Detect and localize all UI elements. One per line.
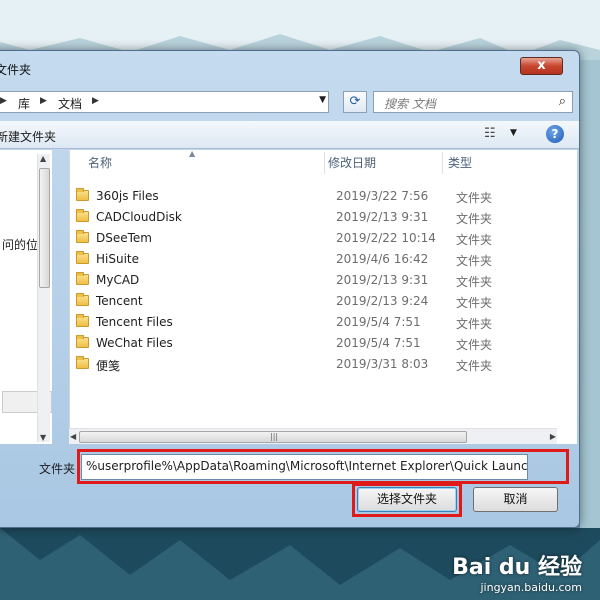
- column-header-name[interactable]: 名称: [88, 154, 112, 171]
- file-date: 2019/5/4 7:51: [336, 336, 421, 350]
- nav-scrollbar[interactable]: ▲ ▼: [37, 154, 50, 442]
- folder-icon: [76, 314, 89, 327]
- file-type: 文件夹: [456, 338, 493, 352]
- file-type: 文件夹: [456, 191, 493, 205]
- view-options-icon[interactable]: ☷: [484, 126, 496, 141]
- navigation-pane: 问的位置 ▲ ▼: [0, 150, 52, 444]
- search-input[interactable]: 搜索 文档: [384, 95, 436, 112]
- search-icon[interactable]: ⌕: [559, 94, 566, 109]
- file-row[interactable]: MyCAD 2019/2/13 9:31 文件夹: [70, 270, 560, 291]
- file-row[interactable]: Tencent 2019/2/13 9:24 文件夹: [70, 291, 560, 312]
- file-row[interactable]: CADCloudDisk 2019/2/13 9:31 文件夹: [70, 207, 560, 228]
- scroll-left-icon[interactable]: ◀: [70, 432, 76, 441]
- folder-dialog: 文件夹 x ▶ 库 ▶ 文档 ▶ ▼ ⟳ 搜索 文档 ⌕ 新建文件夹 ☷ ▼ ?…: [0, 50, 580, 528]
- file-type: 文件夹: [456, 359, 493, 373]
- file-type: 文件夹: [456, 275, 493, 289]
- file-date: 2019/2/13 9:24: [336, 294, 429, 308]
- folder-icon: [76, 209, 89, 222]
- watermark-logo: Bai du 经验: [452, 555, 582, 580]
- file-date: 2019/2/13 9:31: [336, 210, 429, 224]
- watermark: Bai du 经验 jingyan.baidu.com: [452, 549, 582, 594]
- address-bar[interactable]: ▶ 库 ▶ 文档 ▶ ▼: [0, 91, 329, 113]
- close-button[interactable]: x: [520, 57, 563, 75]
- folder-icon: [76, 356, 89, 369]
- folder-icon: [76, 272, 89, 285]
- folder-icon: [76, 251, 89, 264]
- title-bar[interactable]: 文件夹 x: [0, 51, 579, 81]
- file-type: 文件夹: [456, 296, 493, 310]
- folder-icon: [76, 188, 89, 201]
- file-row[interactable]: DSeeTem 2019/2/22 10:14 文件夹: [70, 228, 560, 249]
- horizontal-scroll-thumb[interactable]: |||: [79, 431, 467, 443]
- column-separator[interactable]: [442, 152, 443, 174]
- chevron-right-icon[interactable]: ▶: [92, 96, 99, 106]
- grip-icon: |||: [270, 432, 279, 441]
- file-type: 文件夹: [456, 254, 493, 268]
- file-date: 2019/2/13 9:31: [336, 273, 429, 287]
- sort-ascending-icon: ▲: [189, 149, 196, 158]
- file-name: MyCAD: [96, 273, 140, 287]
- file-name: CADCloudDisk: [96, 210, 182, 224]
- folder-field-label: 文件夹: [39, 462, 76, 476]
- cancel-button[interactable]: 取消: [473, 487, 558, 512]
- chevron-down-icon[interactable]: ▼: [510, 128, 517, 138]
- highlight-box: [77, 449, 569, 484]
- scroll-right-icon[interactable]: ▶: [550, 432, 556, 441]
- file-name: Tencent Files: [96, 315, 173, 329]
- file-date: 2019/2/22 10:14: [336, 231, 436, 245]
- file-name: 360js Files: [96, 189, 159, 203]
- chevron-right-icon[interactable]: ▶: [0, 96, 7, 106]
- file-date: 2019/3/22 7:56: [336, 189, 429, 203]
- file-row[interactable]: 便笺 2019/3/31 8:03 文件夹: [70, 354, 560, 375]
- file-name: Tencent: [96, 294, 143, 308]
- file-list: ▲ 名称 修改日期 类型 360js Files 2019/3/22 7:56 …: [69, 149, 577, 444]
- chevron-right-icon[interactable]: ▶: [40, 96, 47, 106]
- folder-icon: [76, 293, 89, 306]
- file-name: WeChat Files: [96, 336, 173, 350]
- file-type: 文件夹: [456, 233, 493, 247]
- scroll-up-icon[interactable]: ▲: [40, 154, 46, 163]
- address-dropdown-icon[interactable]: ▼: [319, 95, 326, 105]
- file-name: HiSuite: [96, 252, 140, 266]
- folder-icon: [76, 230, 89, 243]
- toolbar: 新建文件夹 ☷ ▼ ?: [0, 121, 579, 149]
- help-icon[interactable]: ?: [546, 125, 564, 143]
- highlight-box: [352, 483, 462, 517]
- refresh-icon: ⟳: [349, 94, 361, 109]
- file-name: DSeeTem: [96, 231, 152, 245]
- file-row[interactable]: HiSuite 2019/4/6 16:42 文件夹: [70, 249, 560, 270]
- refresh-button[interactable]: ⟳: [343, 91, 367, 113]
- new-folder-button[interactable]: 新建文件夹: [0, 128, 56, 145]
- file-date: 2019/5/4 7:51: [336, 315, 421, 329]
- file-type: 文件夹: [456, 212, 493, 226]
- horizontal-scrollbar[interactable]: ◀ ||| ▶: [69, 428, 557, 444]
- scroll-down-icon[interactable]: ▼: [40, 433, 46, 442]
- file-row[interactable]: 360js Files 2019/3/22 7:56 文件夹: [70, 186, 560, 207]
- file-date: 2019/4/6 16:42: [336, 252, 429, 266]
- file-name: 便笺: [96, 359, 121, 373]
- column-header-type[interactable]: 类型: [448, 154, 472, 171]
- search-box[interactable]: 搜索 文档 ⌕: [373, 91, 573, 113]
- nav-scroll-thumb[interactable]: [39, 168, 50, 288]
- column-header-date[interactable]: 修改日期: [328, 154, 376, 171]
- breadcrumb-library[interactable]: 库: [18, 95, 30, 112]
- file-row[interactable]: Tencent Files 2019/5/4 7:51 文件夹: [70, 312, 560, 333]
- column-separator[interactable]: [324, 152, 325, 174]
- window-title: 文件夹: [0, 63, 32, 77]
- file-type: 文件夹: [456, 317, 493, 331]
- folder-icon: [76, 335, 89, 348]
- breadcrumb-documents[interactable]: 文档: [58, 95, 82, 112]
- watermark-url: jingyan.baidu.com: [480, 581, 582, 594]
- file-row[interactable]: WeChat Files 2019/5/4 7:51 文件夹: [70, 333, 560, 354]
- file-date: 2019/3/31 8:03: [336, 357, 429, 371]
